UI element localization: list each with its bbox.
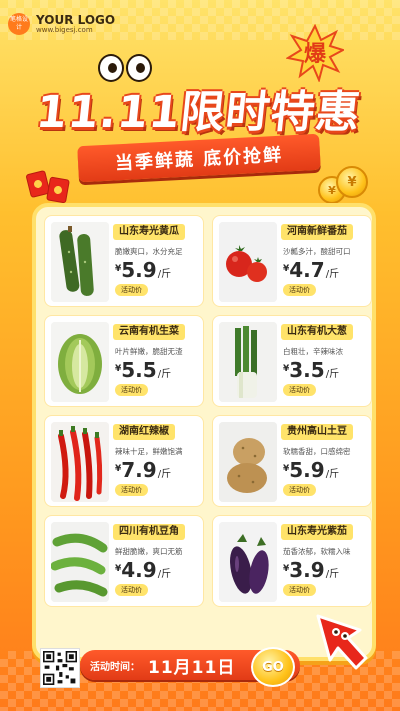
chili-image: [51, 422, 109, 502]
product-item[interactable]: 山东寿光紫茄 茄香浓郁，软糯入味 ¥3.9/斤 活动价: [212, 515, 372, 607]
promo-badge: 活动价: [115, 384, 148, 396]
product-price: ¥5.5/斤: [115, 358, 172, 382]
product-name: 云南有机生菜: [113, 324, 185, 340]
red-envelope-icon: [46, 176, 70, 204]
subtitle-text: 当季鲜蔬 底价抢鲜: [114, 144, 284, 175]
product-desc: 软糯香甜，口感绵密: [283, 447, 351, 456]
promo-badge: 活动价: [115, 484, 148, 496]
eggplant-image: [219, 522, 277, 602]
go-button[interactable]: GO: [251, 647, 295, 687]
gold-coin-icon: ¥: [336, 166, 368, 198]
qr-code-icon[interactable]: [40, 648, 80, 688]
product-desc: 辣味十足，鲜嫩饱满: [115, 447, 183, 456]
product-name: 山东寿光黄瓜: [113, 224, 185, 240]
cursor-arrow-icon: [316, 614, 368, 670]
product-card: 山东寿光黄瓜 脆嫩爽口，水分充足 ¥5.9/斤 活动价 河南新鲜番茄 沙瓤多汁，…: [32, 203, 376, 661]
product-name: 山东有机大葱: [281, 324, 353, 340]
promo-badge: 活动价: [115, 584, 148, 596]
product-desc: 沙瓤多汁，酸甜可口: [283, 247, 351, 256]
product-price: ¥7.9/斤: [115, 458, 172, 482]
product-item[interactable]: 河南新鲜番茄 沙瓤多汁，酸甜可口 ¥4.7/斤 活动价: [212, 215, 372, 307]
promo-badge: 活动价: [283, 584, 316, 596]
product-name: 山东寿光紫茄: [281, 524, 353, 540]
potato-image: [219, 422, 277, 502]
logo-name: YOUR LOGO: [36, 12, 116, 27]
pea-pod-image: [51, 522, 109, 602]
lettuce-image: [51, 322, 109, 402]
cucumber-image: [51, 222, 109, 302]
product-price: ¥5.9/斤: [115, 258, 172, 282]
brand-logo: 笔格设计 YOUR LOGO www.bigesj.com: [8, 13, 115, 35]
product-name: 四川有机豆角: [113, 524, 185, 540]
product-item[interactable]: 贵州高山土豆 软糯香甜，口感绵密 ¥5.9/斤 活动价: [212, 415, 372, 507]
product-price: ¥4.7/斤: [283, 258, 340, 282]
product-item[interactable]: 云南有机生菜 叶片鲜嫩，脆甜无渣 ¥5.5/斤 活动价: [44, 315, 204, 407]
poster: 笔格设计 YOUR LOGO www.bigesj.com 爆 11.11限时特…: [0, 0, 400, 711]
event-date: 11月11日: [148, 657, 236, 678]
product-grid: 山东寿光黄瓜 脆嫩爽口，水分充足 ¥5.9/斤 活动价 河南新鲜番茄 沙瓤多汁，…: [44, 215, 372, 607]
scallion-image: [219, 322, 277, 402]
product-item[interactable]: 山东寿光黄瓜 脆嫩爽口，水分充足 ¥5.9/斤 活动价: [44, 215, 204, 307]
logo-mark: 笔格设计: [8, 13, 30, 35]
product-name: 河南新鲜番茄: [281, 224, 353, 240]
event-time-label: 活动时间：: [90, 661, 140, 673]
promo-badge: 活动价: [283, 284, 316, 296]
product-desc: 脆嫩爽口，水分充足: [115, 247, 183, 256]
promo-badge: 活动价: [283, 384, 316, 396]
product-price: ¥4.9/斤: [115, 558, 172, 582]
logo-url: www.bigesj.com: [36, 25, 93, 34]
promo-badge: 活动价: [283, 484, 316, 496]
product-item[interactable]: 四川有机豆角 鲜甜脆嫩，爽口无筋 ¥4.9/斤 活动价: [44, 515, 204, 607]
subtitle-ribbon: 当季鲜蔬 底价抢鲜: [77, 133, 321, 183]
product-price: ¥3.5/斤: [283, 358, 340, 382]
product-name: 湖南红辣椒: [113, 424, 175, 440]
product-name: 贵州高山土豆: [281, 424, 353, 440]
burst-text: 爆: [304, 42, 327, 67]
explosion-burst-icon: 爆: [286, 24, 344, 82]
product-price: ¥5.9/斤: [283, 458, 340, 482]
product-desc: 叶片鲜嫩，脆甜无渣: [115, 347, 183, 356]
headline: 11.11限时特惠: [33, 87, 364, 138]
product-price: ¥3.9/斤: [283, 558, 340, 582]
product-desc: 茄香浓郁，软糯入味: [283, 547, 351, 556]
tomato-image: [219, 222, 277, 302]
promo-badge: 活动价: [115, 284, 148, 296]
product-item[interactable]: 湖南红辣椒 辣味十足，鲜嫩饱满 ¥7.9/斤 活动价: [44, 415, 204, 507]
product-item[interactable]: 山东有机大葱 白粗壮，辛辣味浓 ¥3.5/斤 活动价: [212, 315, 372, 407]
product-desc: 白粗壮，辛辣味浓: [283, 347, 343, 356]
product-desc: 鲜甜脆嫩，爽口无筋: [115, 547, 183, 556]
